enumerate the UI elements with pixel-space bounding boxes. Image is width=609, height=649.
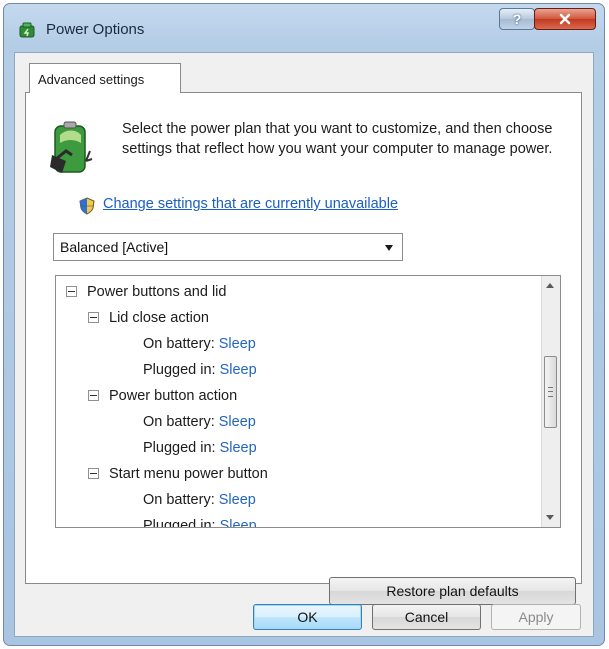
scroll-down-arrow-icon[interactable] — [546, 515, 554, 520]
dialog-client-area: Advanced settings Select the power plan … — [14, 52, 594, 637]
tree-item-power-button-plugged-in: Plugged in: Sleep — [143, 438, 257, 458]
advanced-settings-panel: Select the power plan that you want to c… — [25, 92, 582, 605]
tree-setting-label: Plugged in: — [143, 518, 216, 528]
lid-on-battery-value[interactable]: Sleep — [219, 336, 256, 352]
tree-item-start-menu-power-button[interactable]: Start menu power button — [88, 464, 268, 484]
scrollbar-thumb[interactable] — [544, 356, 557, 428]
ok-button[interactable]: OK — [253, 604, 362, 630]
tree-item-lid-on-battery: On battery: Sleep — [143, 334, 256, 354]
start-menu-on-battery-value[interactable]: Sleep — [219, 492, 256, 508]
change-settings-link[interactable]: Change settings that are currently unava… — [103, 196, 398, 212]
tree-item-label: Lid close action — [109, 310, 209, 326]
instructions-text: Select the power plan that you want to c… — [122, 121, 553, 157]
tree-setting-label: On battery: — [143, 492, 215, 508]
power-button-on-battery-value[interactable]: Sleep — [219, 414, 256, 430]
grip-icon — [548, 387, 553, 397]
tree-item-power-button-action[interactable]: Power button action — [88, 386, 237, 406]
tree-item-lid-plugged-in: Plugged in: Sleep — [143, 360, 257, 380]
tree-item-label: Start menu power button — [109, 466, 268, 482]
tree-item-lid-close-action[interactable]: Lid close action — [88, 308, 209, 328]
help-button[interactable]: ? — [499, 8, 535, 30]
start-menu-plugged-in-value[interactable]: Sleep — [220, 518, 257, 527]
tree-setting-label: On battery: — [143, 336, 215, 352]
window-title: Power Options — [46, 21, 145, 38]
title-bar[interactable]: Power Options ? — [4, 4, 604, 52]
apply-button[interactable]: Apply — [491, 604, 581, 630]
power-plan-dropdown[interactable]: Balanced [Active] — [53, 233, 403, 261]
tree-setting-label: Plugged in: — [143, 440, 216, 456]
lid-plugged-in-value[interactable]: Sleep — [220, 362, 257, 378]
close-button[interactable] — [534, 8, 596, 30]
power-options-icon — [19, 22, 35, 38]
apply-label: Apply — [518, 609, 554, 625]
power-button-plugged-in-value[interactable]: Sleep — [220, 440, 257, 456]
tree-item-label: Power button action — [109, 388, 238, 404]
cancel-button[interactable]: Cancel — [372, 604, 481, 630]
battery-icon — [50, 121, 93, 173]
collapse-icon[interactable] — [66, 286, 77, 297]
scroll-up-arrow-icon[interactable] — [546, 283, 554, 288]
power-plan-selected-value: Balanced [Active] — [60, 239, 169, 255]
restore-plan-defaults-button[interactable]: Restore plan defaults — [329, 577, 576, 605]
chevron-down-icon[interactable] — [385, 245, 393, 251]
collapse-icon[interactable] — [88, 468, 99, 479]
tree-item-label: Power buttons and lid — [87, 284, 227, 300]
restore-plan-defaults-label: Restore plan defaults — [386, 583, 519, 599]
help-icon: ? — [512, 11, 522, 27]
tree-scrollbar[interactable] — [541, 276, 560, 527]
power-options-window: Power Options ? Advanced settings Select… — [3, 3, 605, 646]
tab-label: Advanced settings — [38, 72, 145, 87]
tree-setting-label: On battery: — [143, 414, 215, 430]
tree-item-start-menu-on-battery: On battery: Sleep — [143, 490, 256, 510]
settings-tree[interactable]: Power buttons and lid Lid close action O… — [55, 275, 561, 528]
collapse-icon[interactable] — [88, 312, 99, 323]
cancel-label: Cancel — [404, 609, 449, 625]
tree-setting-label: Plugged in: — [143, 362, 216, 378]
collapse-icon[interactable] — [88, 390, 99, 401]
tree-item-power-buttons-and-lid[interactable]: Power buttons and lid — [66, 282, 226, 302]
tree-item-power-button-on-battery: On battery: Sleep — [143, 412, 256, 432]
ok-label: OK — [297, 609, 318, 625]
tab-advanced-settings[interactable]: Advanced settings — [29, 63, 181, 93]
close-icon — [559, 13, 571, 25]
uac-shield-icon — [79, 197, 95, 215]
tree-item-start-menu-plugged-in: Plugged in: Sleep — [143, 516, 257, 528]
